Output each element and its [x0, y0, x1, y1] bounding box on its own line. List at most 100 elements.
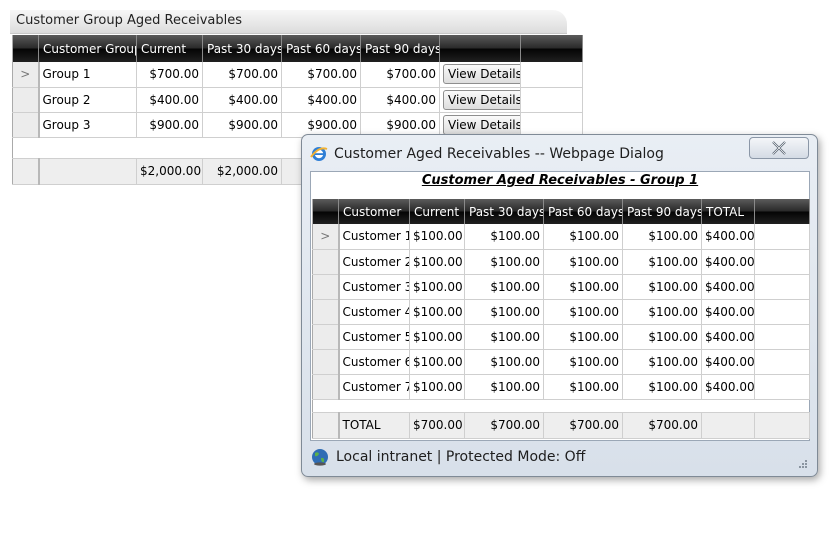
column-header-past-30[interactable]: Past 30 days: [202, 35, 282, 62]
past-30-cell: $400.00: [202, 87, 282, 113]
row-selector-arrow-icon[interactable]: >: [12, 62, 40, 88]
past-90-cell: $100.00: [622, 374, 702, 400]
current-cell: $900.00: [136, 112, 203, 138]
action-cell: View Details: [439, 87, 521, 113]
column-header-past-60[interactable]: Past 60 days: [281, 35, 361, 62]
current-cell: $400.00: [136, 87, 203, 113]
view-details-button[interactable]: View Details: [443, 114, 520, 135]
customer-name-cell: Customer 4: [338, 299, 410, 325]
empty-cell: [754, 224, 810, 250]
row-selector[interactable]: [12, 87, 40, 113]
total-cell: $400.00: [701, 224, 755, 250]
past-30-cell: $100.00: [464, 324, 544, 350]
webpage-dialog: Customer Aged Receivables -- Webpage Dia…: [301, 134, 818, 477]
past-90-cell: $100.00: [622, 249, 702, 275]
table-row[interactable]: Customer 3 $100.00 $100.00 $100.00 $100.…: [312, 274, 810, 300]
column-header-total[interactable]: TOTAL: [701, 199, 755, 224]
customer-name-cell: Customer 6: [338, 349, 410, 375]
current-cell: $100.00: [409, 224, 465, 250]
row-selector[interactable]: [312, 299, 340, 325]
past-60-cell: $100.00: [543, 274, 623, 300]
past-30-cell: $100.00: [464, 349, 544, 375]
empty-cell: [754, 374, 810, 400]
group-name-cell: Group 2: [38, 87, 137, 113]
row-selector[interactable]: [312, 249, 340, 275]
header-row: Customer Current Past 30 days Past 60 da…: [312, 199, 810, 224]
column-header-customer[interactable]: Customer: [338, 199, 410, 224]
total-cell: $400.00: [701, 249, 755, 275]
row-selector[interactable]: [312, 374, 340, 400]
column-header-extra: [754, 199, 810, 224]
table-row[interactable]: > Customer 1 $100.00 $100.00 $100.00 $10…: [312, 224, 810, 250]
past-90-cell: $100.00: [622, 224, 702, 250]
table-row[interactable]: Group 2 $400.00 $400.00 $400.00 $400.00 …: [12, 87, 583, 113]
table-row[interactable]: > Group 1 $700.00 $700.00 $700.00 $700.0…: [12, 62, 583, 88]
column-header-customer-group[interactable]: Customer Group: [38, 35, 137, 62]
view-details-button[interactable]: View Details: [443, 89, 520, 110]
past-60-cell: $100.00: [543, 374, 623, 400]
row-selector[interactable]: [312, 324, 340, 350]
current-cell: $100.00: [409, 299, 465, 325]
customer-name-cell: Customer 7: [338, 374, 410, 400]
current-cell: $100.00: [409, 274, 465, 300]
footer-current-total: $700.00: [409, 411, 465, 439]
table-row[interactable]: Customer 5 $100.00 $100.00 $100.00 $100.…: [312, 324, 810, 350]
dialog-content: Customer Aged Receivables - Group 1 Cust…: [310, 171, 810, 441]
past-60-cell: $100.00: [543, 299, 623, 325]
past-90-cell: $400.00: [360, 87, 440, 113]
footer-past-30-total: $2,000.00: [202, 157, 282, 185]
customer-grid: Customer Current Past 30 days Past 60 da…: [312, 199, 810, 439]
customer-name-cell: Customer 3: [338, 274, 410, 300]
row-selector[interactable]: [312, 349, 340, 375]
current-cell: $700.00: [136, 62, 203, 88]
current-cell: $100.00: [409, 324, 465, 350]
past-30-cell: $700.00: [202, 62, 282, 88]
empty-cell: [520, 62, 583, 88]
column-header-past-90[interactable]: Past 90 days: [360, 35, 440, 62]
column-header-past-90[interactable]: Past 90 days: [622, 199, 702, 224]
resize-grip-icon[interactable]: [796, 457, 808, 469]
empty-cell: [754, 324, 810, 350]
footer-selector: [312, 411, 340, 439]
column-header-action: [439, 35, 521, 62]
close-button[interactable]: [749, 137, 809, 159]
row-selector-arrow-icon[interactable]: >: [312, 224, 340, 250]
column-header-past-30[interactable]: Past 30 days: [464, 199, 544, 224]
row-selector[interactable]: [312, 274, 340, 300]
dialog-title: Customer Aged Receivables -- Webpage Dia…: [334, 146, 664, 162]
total-cell: $400.00: [701, 299, 755, 325]
footer-cell: [754, 411, 810, 439]
table-row[interactable]: Customer 2 $100.00 $100.00 $100.00 $100.…: [312, 249, 810, 275]
spacer-row: [312, 399, 810, 413]
footer-label-cell: [38, 157, 137, 185]
past-30-cell: $100.00: [464, 374, 544, 400]
column-header-current[interactable]: Current: [409, 199, 465, 224]
column-header-extra: [520, 35, 583, 62]
footer-selector: [12, 157, 40, 185]
current-cell: $100.00: [409, 249, 465, 275]
past-90-cell: $100.00: [622, 299, 702, 325]
table-row[interactable]: Customer 4 $100.00 $100.00 $100.00 $100.…: [312, 299, 810, 325]
empty-cell: [754, 249, 810, 275]
empty-cell: [520, 87, 583, 113]
dialog-titlebar: Customer Aged Receivables -- Webpage Dia…: [310, 143, 664, 165]
globe-icon: [312, 449, 328, 466]
past-90-cell: $700.00: [360, 62, 440, 88]
view-details-button[interactable]: View Details: [443, 64, 520, 85]
empty-cell: [754, 274, 810, 300]
column-header-past-60[interactable]: Past 60 days: [543, 199, 623, 224]
row-selector[interactable]: [12, 112, 40, 138]
customer-name-cell: Customer 1: [338, 224, 410, 250]
table-row[interactable]: Customer 6 $100.00 $100.00 $100.00 $100.…: [312, 349, 810, 375]
dialog-heading: Customer Aged Receivables - Group 1: [421, 173, 699, 188]
total-cell: $400.00: [701, 349, 755, 375]
table-row[interactable]: Customer 7 $100.00 $100.00 $100.00 $100.…: [312, 374, 810, 400]
close-icon: [772, 141, 786, 155]
past-60-cell: $100.00: [543, 224, 623, 250]
past-30-cell: $100.00: [464, 224, 544, 250]
total-cell: $400.00: [701, 274, 755, 300]
empty-cell: [754, 299, 810, 325]
past-60-cell: $100.00: [543, 349, 623, 375]
past-60-cell: $400.00: [281, 87, 361, 113]
column-header-current[interactable]: Current: [136, 35, 203, 62]
